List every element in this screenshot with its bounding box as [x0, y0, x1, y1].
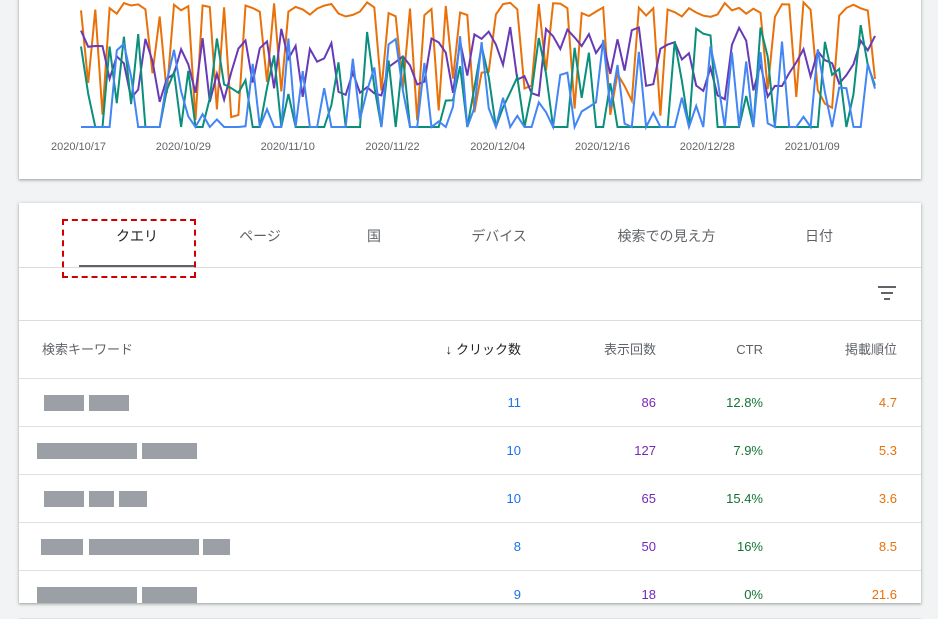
table-row[interactable]: 10 65 15.4% 3.6 [19, 475, 921, 523]
x-tick-label: 2020/12/16 [575, 141, 630, 153]
arrow-down-icon: ↓ [445, 342, 452, 357]
tab-country[interactable]: 国 [344, 203, 404, 267]
cell-impressions: 65 [641, 491, 656, 506]
cell-impressions: 18 [641, 587, 656, 602]
tab-page[interactable]: ページ [215, 203, 305, 267]
tab-search-appearance[interactable]: 検索での見え方 [599, 203, 734, 267]
table-header-row: 検索キーワード ↓ クリック数 表示回数 CTR 掲載順位 [19, 321, 921, 379]
redacted-query [44, 491, 84, 507]
tab-date[interactable]: 日付 [784, 203, 854, 267]
header-clicks-label: クリック数 [455, 342, 521, 357]
cell-clicks: 10 [506, 443, 521, 458]
header-ctr[interactable]: CTR [736, 321, 763, 378]
cell-clicks: 8 [513, 539, 521, 554]
x-tick-label: 2020/11/22 [365, 141, 419, 153]
redacted-query [37, 443, 137, 459]
redacted-query [142, 587, 197, 603]
filter-list-icon[interactable] [878, 286, 896, 300]
redacted-query [37, 587, 137, 603]
header-position[interactable]: 掲載順位 [845, 321, 897, 378]
x-tick-label: 2020/10/17 [51, 141, 106, 153]
redacted-query [89, 395, 129, 411]
table-row[interactable]: 9 18 0% 21.6 [19, 571, 921, 619]
table-row[interactable]: 10 127 7.9% 5.3 [19, 427, 921, 475]
x-tick-label: 2020/12/28 [680, 141, 735, 153]
cell-ctr: 7.9% [733, 443, 763, 458]
performance-chart-card: 2020/10/17 2020/10/29 2020/11/10 2020/11/22… [19, 0, 921, 179]
cell-position: 3.6 [878, 491, 897, 506]
redacted-query [203, 539, 230, 555]
redacted-query [41, 539, 83, 555]
x-tick-label: 2020/12/04 [470, 141, 525, 153]
cell-ctr: 0% [744, 587, 763, 602]
header-impressions[interactable]: 表示回数 [604, 321, 656, 378]
header-clicks[interactable]: ↓ クリック数 [445, 321, 521, 378]
cell-position: 4.7 [878, 395, 897, 410]
cell-clicks: 9 [513, 587, 521, 602]
tab-device[interactable]: デバイス [449, 203, 549, 267]
dimension-tabs: クエリ ページ 国 デバイス 検索での見え方 日付 [19, 203, 921, 278]
redacted-query [44, 395, 84, 411]
cell-clicks: 11 [507, 395, 522, 410]
redacted-query [89, 491, 114, 507]
cell-ctr: 15.4% [726, 491, 763, 506]
cell-ctr: 12.8% [726, 395, 763, 410]
cell-impressions: 86 [641, 395, 656, 410]
table-row[interactable]: 8 50 16% 8.5 [19, 523, 921, 571]
redacted-query [89, 539, 199, 555]
performance-chart: 2020/10/17 2020/10/29 2020/11/10 2020/11/22… [51, 0, 876, 153]
x-tick-label: 2020/11/10 [261, 141, 315, 153]
cell-position: 8.5 [878, 539, 897, 554]
header-query[interactable]: 検索キーワード [42, 321, 133, 378]
redacted-query [142, 443, 197, 459]
cell-impressions: 50 [641, 539, 656, 554]
report-table-card: クエリ ページ 国 デバイス 検索での見え方 日付 検索キーワード ↓ クリック数… [19, 203, 921, 619]
cell-impressions: 127 [634, 443, 656, 458]
x-tick-label: 2021/01/09 [785, 141, 840, 153]
cell-position: 5.3 [878, 443, 897, 458]
cell-position: 21.6 [871, 587, 897, 602]
cell-clicks: 10 [506, 491, 521, 506]
cell-ctr: 16% [736, 539, 763, 554]
x-tick-label: 2020/10/29 [156, 141, 211, 153]
redacted-query [119, 491, 147, 507]
filter-bar [19, 268, 921, 321]
table-row[interactable]: 11 86 12.8% 4.7 [19, 379, 921, 427]
